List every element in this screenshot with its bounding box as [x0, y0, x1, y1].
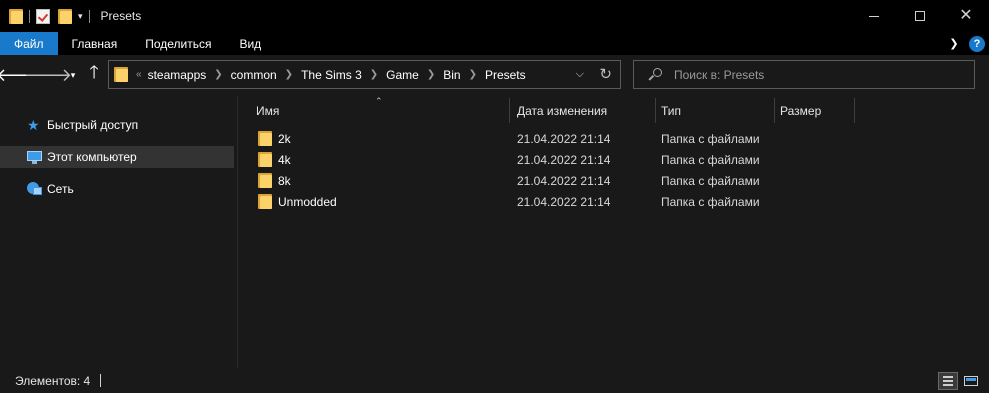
search-input[interactable]: Поиск в: Presets: [633, 60, 975, 89]
close-button[interactable]: ✕: [943, 0, 989, 32]
column-header-size[interactable]: Размер: [775, 98, 855, 123]
tab-share[interactable]: Поделиться: [131, 32, 225, 55]
breadcrumb-chevron-icon[interactable]: ❯: [427, 69, 435, 80]
ribbon-tabs: Файл Главная Поделиться Вид ❯ ?: [0, 32, 989, 55]
quick-access-toolbar: ▾: [0, 0, 96, 32]
file-list: ⌃ Имя Дата изменения Тип Размер 2k 21.04…: [238, 96, 989, 368]
breadcrumb-presets[interactable]: Presets: [485, 68, 526, 82]
network-icon: [27, 182, 42, 196]
breadcrumb: « steamapps ❯ common ❯ The Sims 3 ❯ Game…: [128, 61, 526, 88]
search-icon: [648, 67, 662, 82]
up-button[interactable]: 🡑: [84, 62, 104, 86]
file-type: Папка с файлами: [661, 152, 760, 167]
folder-icon[interactable]: [9, 8, 23, 24]
nav-item-quick-access[interactable]: ★ Быстрый доступ: [0, 114, 234, 136]
toolbar-separator: [29, 9, 30, 23]
new-folder-icon[interactable]: [58, 8, 72, 24]
minimize-button[interactable]: [851, 0, 897, 32]
ribbon-controls: ❯ ?: [943, 32, 989, 55]
status-bar: Элементов: 4: [0, 368, 989, 393]
nav-item-label: Быстрый доступ: [47, 118, 139, 132]
folder-icon: [258, 131, 272, 146]
large-icons-view-button[interactable]: [961, 372, 981, 390]
file-type: Папка с файлами: [661, 194, 760, 209]
folder-icon: [114, 67, 128, 82]
nav-item-this-pc[interactable]: Этот компьютер: [0, 146, 234, 168]
nav-item-label: Этот компьютер: [47, 150, 137, 164]
file-name: 2k: [278, 131, 291, 146]
details-view-icon: [943, 376, 953, 386]
table-row[interactable]: 8k 21.04.2022 21:14 Папка с файлами: [252, 170, 982, 191]
breadcrumb-game[interactable]: Game: [386, 68, 419, 82]
column-header-name[interactable]: Имя: [251, 98, 510, 123]
table-row[interactable]: 2k 21.04.2022 21:14 Папка с файлами: [252, 128, 982, 149]
file-type: Папка с файлами: [661, 173, 760, 188]
file-date: 21.04.2022 21:14: [517, 152, 611, 167]
forward-button[interactable]: 🡒: [24, 64, 72, 86]
up-arrow-icon: 🡑: [89, 62, 99, 82]
breadcrumb-the-sims-3[interactable]: The Sims 3: [301, 68, 362, 82]
breadcrumb-bin[interactable]: Bin: [443, 68, 460, 82]
file-name: Unmodded: [278, 194, 337, 209]
refresh-icon[interactable]: ↻: [599, 65, 612, 83]
computer-icon: [27, 150, 42, 164]
window-controls: ✕: [851, 0, 989, 32]
help-button[interactable]: ?: [969, 35, 985, 52]
column-header-date[interactable]: Дата изменения: [512, 98, 656, 123]
folder-icon: [258, 194, 272, 209]
title-bar: ▾ Presets ✕: [0, 0, 989, 32]
window-title: Presets: [100, 9, 142, 23]
overflow-chevron-icon[interactable]: «: [136, 69, 142, 80]
maximize-icon: [915, 11, 925, 21]
view-switcher: [935, 372, 981, 390]
search-placeholder: Поиск в: Presets: [674, 67, 765, 82]
folder-icon: [258, 173, 272, 188]
table-row[interactable]: 4k 21.04.2022 21:14 Папка с файлами: [252, 149, 982, 170]
minimize-icon: [869, 15, 879, 17]
tab-file[interactable]: Файл: [0, 32, 58, 55]
customize-toolbar-icon[interactable]: ▾: [78, 11, 83, 22]
large-icons-view-icon: [964, 376, 978, 386]
properties-icon[interactable]: [36, 8, 50, 24]
file-date: 21.04.2022 21:14: [517, 194, 611, 209]
maximize-button[interactable]: [897, 0, 943, 32]
breadcrumb-common[interactable]: common: [231, 68, 277, 82]
status-separator: [100, 374, 102, 387]
address-dropdown-icon[interactable]: ⌵: [576, 68, 584, 81]
breadcrumb-steamapps[interactable]: steamapps: [148, 68, 207, 82]
file-date: 21.04.2022 21:14: [517, 131, 611, 146]
breadcrumb-chevron-icon[interactable]: ❯: [370, 69, 378, 80]
breadcrumb-chevron-icon[interactable]: ❯: [469, 69, 477, 80]
details-view-button[interactable]: [938, 372, 958, 390]
close-icon: ✕: [959, 7, 973, 24]
file-date: 21.04.2022 21:14: [517, 173, 611, 188]
breadcrumb-chevron-icon[interactable]: ❯: [214, 69, 222, 80]
nav-item-label: Сеть: [47, 182, 74, 196]
expand-ribbon-chevron-icon[interactable]: ❯: [943, 37, 965, 50]
toolbar-separator: [88, 9, 90, 23]
table-row[interactable]: Unmodded 21.04.2022 21:14 Папка с файлам…: [252, 191, 982, 212]
star-icon: ★: [27, 117, 40, 133]
breadcrumb-chevron-icon[interactable]: ❯: [285, 69, 293, 80]
folder-icon: [258, 152, 272, 167]
tab-home[interactable]: Главная: [58, 32, 132, 55]
file-name: 4k: [278, 152, 291, 167]
chevron-down-icon: ▾: [70, 69, 76, 80]
file-name: 8k: [278, 173, 291, 188]
nav-item-network[interactable]: Сеть: [0, 178, 234, 200]
forward-arrow-icon: 🡒: [23, 64, 73, 85]
tab-view[interactable]: Вид: [225, 32, 275, 55]
file-type: Папка с файлами: [661, 131, 760, 146]
item-count: Элементов: 4: [15, 373, 91, 388]
address-bar[interactable]: « steamapps ❯ common ❯ The Sims 3 ❯ Game…: [108, 60, 621, 89]
recent-locations-button[interactable]: ▾: [66, 64, 80, 86]
navigation-pane: ★ Быстрый доступ Этот компьютер Сеть: [0, 96, 237, 368]
column-header-type[interactable]: Тип: [656, 98, 775, 123]
address-row: 🡐 🡒 ▾ 🡑 « steamapps ❯ common ❯ The Sims …: [0, 55, 989, 96]
